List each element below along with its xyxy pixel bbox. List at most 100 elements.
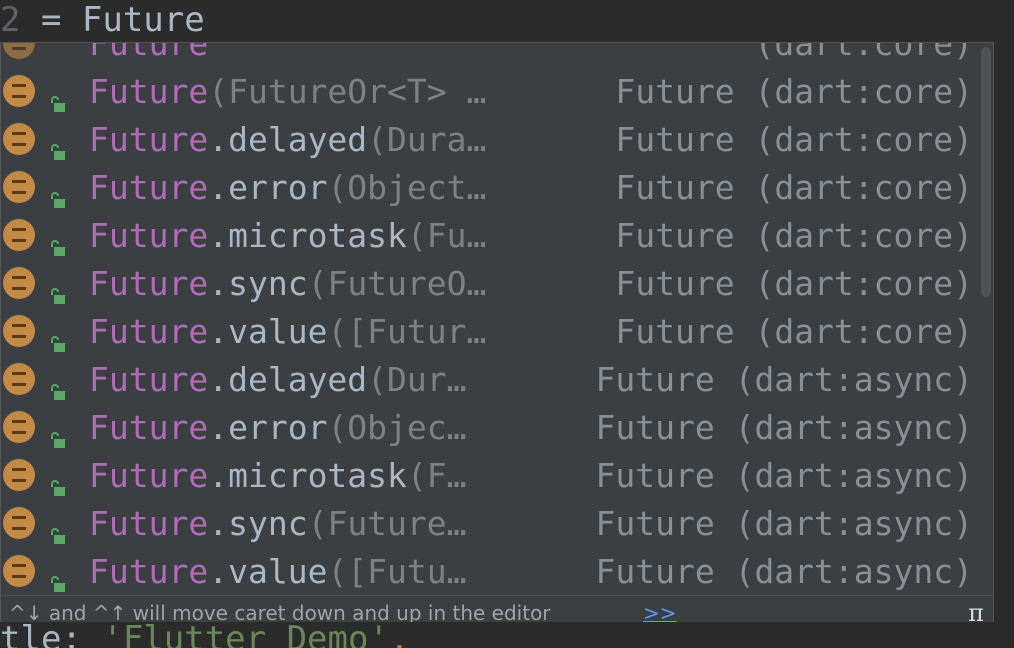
params-text: (Dura… (367, 119, 487, 159)
completion-type: (dart:core) (754, 43, 973, 63)
member-name: error (228, 167, 328, 207)
completion-type: Future (dart:core) (615, 311, 973, 351)
completion-item-partial[interactable]: Future (dart:core) (1, 43, 979, 67)
completion-item[interactable]: Future.microtask(F… Future (dart:async) (1, 451, 979, 499)
dot: . (208, 311, 229, 351)
completion-name: Future.delayed(Dura… (89, 120, 486, 159)
member-name: microtask (228, 455, 407, 495)
completion-list[interactable]: Future (dart:core) Future(FutureOr<T> … F… (1, 43, 979, 593)
method-icon (3, 555, 35, 587)
code-comma: , (388, 622, 410, 648)
member-name: delayed (228, 359, 368, 399)
class-name: Future (89, 167, 209, 207)
member-name: sync (228, 503, 308, 543)
completion-name: Future.sync(FutureO… (89, 264, 486, 303)
completion-name: Future.microtask(F… (89, 456, 467, 495)
lock-icon (49, 130, 67, 160)
completion-item[interactable]: Future.sync(FutureO… Future (dart:core) (1, 259, 979, 307)
completion-item[interactable]: Future.error(Objec… Future (dart:async) (1, 403, 979, 451)
lock-icon (49, 466, 67, 496)
completion-name: Future(FutureOr<T> … (89, 72, 486, 111)
params-text: (F… (406, 455, 467, 495)
lock-icon (49, 82, 67, 112)
lock-icon (49, 226, 67, 256)
params-text: (Objec… (327, 407, 467, 447)
member-name: microtask (228, 215, 407, 255)
lock-icon (49, 370, 67, 400)
dot: . (208, 263, 229, 303)
completion-item[interactable]: Future.delayed(Dur… Future (dart:async) (1, 355, 979, 403)
class-name: Future (89, 71, 209, 111)
params-text: (Fu… (406, 215, 487, 255)
completion-name: Future.error(Objec… (89, 408, 467, 447)
completion-name: Future.delayed(Dur… (89, 360, 467, 399)
completion-item[interactable]: Future.value([Futur… Future (dart:core) (1, 307, 979, 355)
lock-icon (49, 418, 67, 448)
completion-name: Future.value([Futur… (89, 312, 486, 351)
class-name: Future (89, 359, 209, 399)
completion-type: Future (dart:core) (615, 263, 973, 303)
params-text: (Future… (307, 503, 467, 543)
code-string: 'Flutter Demo' (102, 622, 389, 648)
completion-type: Future (dart:async) (595, 551, 974, 591)
completion-type: Future (dart:async) (595, 455, 974, 495)
completion-item[interactable]: Future.error(Object… Future (dart:core) (1, 163, 979, 211)
lock-icon (49, 562, 67, 592)
completion-item[interactable]: Future.microtask(Fu… Future (dart:core) (1, 211, 979, 259)
member-name: error (228, 407, 328, 447)
params-text: ([Futu… (327, 551, 467, 591)
line-number: 2 (0, 0, 21, 40)
dot: . (208, 407, 229, 447)
completion-item[interactable]: Future(FutureOr<T> … Future (dart:core) (1, 67, 979, 115)
code-ident: tle: (0, 622, 103, 648)
completion-item[interactable]: Future.sync(Future… Future (dart:async) (1, 499, 979, 547)
method-icon (3, 459, 35, 491)
class-name: Future (89, 119, 209, 159)
completion-type: Future (dart:core) (615, 215, 973, 255)
class-name: Future (89, 551, 209, 591)
lock-icon (49, 322, 67, 352)
method-icon (3, 123, 35, 155)
method-icon (3, 43, 35, 59)
class-name: Future (89, 407, 209, 447)
completion-type: Future (dart:async) (595, 503, 974, 543)
completion-name: Future.error(Object… (89, 168, 486, 207)
params-text: (Object… (327, 167, 487, 207)
method-icon (3, 171, 35, 203)
lock-icon (49, 274, 67, 304)
completion-type: Future (dart:core) (615, 71, 973, 111)
dot: . (208, 551, 229, 591)
class-name: Future (89, 215, 209, 255)
params-text: (Dur… (367, 359, 467, 399)
completion-name: Future (89, 43, 209, 63)
params-text: (FutureOr<T> … (208, 71, 487, 111)
completion-type: Future (dart:async) (595, 359, 974, 399)
method-icon (3, 75, 35, 107)
member-name: sync (228, 263, 308, 303)
completion-item[interactable]: Future.delayed(Dura… Future (dart:core) (1, 115, 979, 163)
completion-popup: Future (dart:core) Future(FutureOr<T> … F… (0, 42, 994, 628)
dot: . (208, 167, 229, 207)
params-text: ([Futur… (327, 311, 487, 351)
method-icon (3, 507, 35, 539)
scrollbar-thumb[interactable] (981, 47, 991, 297)
method-icon (3, 363, 35, 395)
lock-icon (49, 178, 67, 208)
class-name: Future (89, 455, 209, 495)
method-icon (3, 411, 35, 443)
completion-type: Future (dart:core) (615, 119, 973, 159)
method-icon (3, 315, 35, 347)
dot: . (208, 215, 229, 255)
code-text: = Future (20, 0, 205, 40)
completion-type: Future (dart:core) (615, 167, 973, 207)
class-name: Future (89, 503, 209, 543)
dot: . (208, 119, 229, 159)
member-name: value (228, 551, 328, 591)
dot: . (208, 455, 229, 495)
editor-line-bottom: tle: 'Flutter Demo', (0, 622, 1014, 648)
member-name: value (228, 311, 328, 351)
editor-line-top: 2 = Future (0, 0, 1014, 42)
completion-name: Future.sync(Future… (89, 504, 467, 543)
completion-item[interactable]: Future.value([Futu… Future (dart:async) (1, 547, 979, 593)
completion-name: Future.value([Futu… (89, 552, 467, 591)
